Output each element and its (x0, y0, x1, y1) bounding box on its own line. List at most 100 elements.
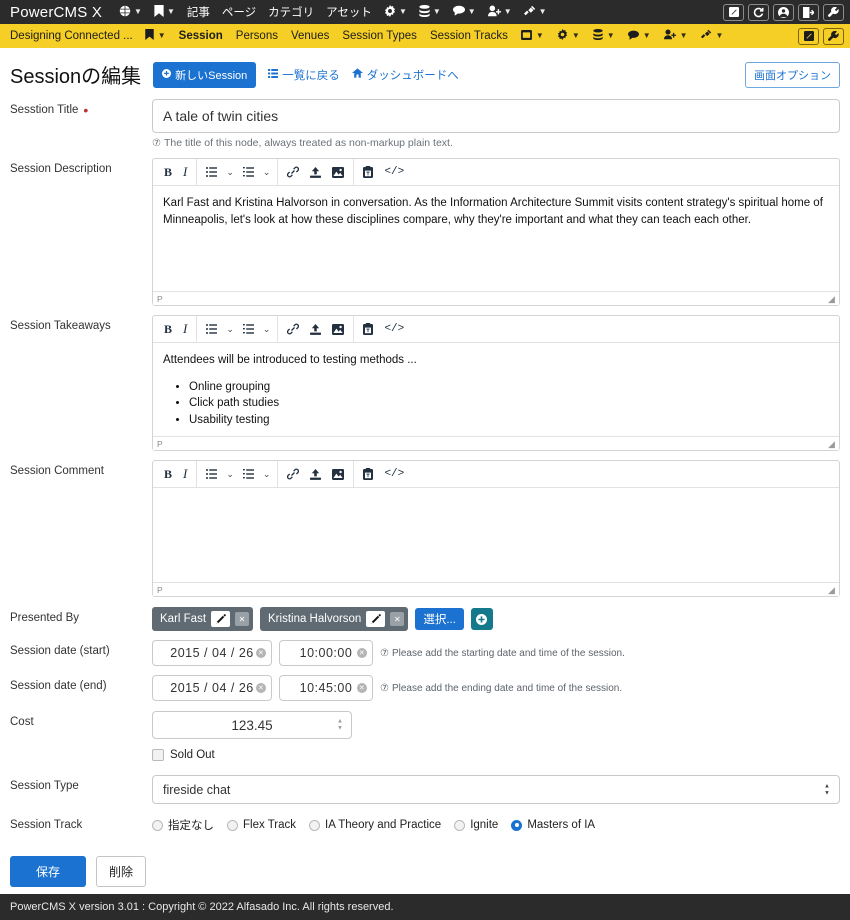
delete-button[interactable]: 削除 (96, 856, 147, 887)
site-menu-plugins[interactable]: ▼ (695, 27, 730, 45)
resize-handle[interactable]: ◢ (828, 440, 837, 449)
site-bookmark-menu[interactable]: ▼ (139, 27, 172, 45)
ordered-list-icon[interactable] (240, 322, 257, 336)
image-icon[interactable] (329, 165, 347, 180)
radio-dot-selected[interactable] (511, 819, 523, 831)
top-nav-data[interactable]: ▼ (414, 3, 446, 22)
paste-icon[interactable] (360, 321, 376, 337)
radio-dot[interactable] (152, 819, 163, 831)
radio-option-masters-of-ia[interactable]: Masters of IA (511, 819, 595, 831)
radio-dot[interactable] (454, 819, 466, 831)
unordered-list-icon[interactable] (203, 322, 220, 336)
end-date-input[interactable]: 2015 / 04 / 26 ✕ (152, 675, 272, 701)
clear-time-icon[interactable]: ✕ (357, 648, 367, 658)
bold-button[interactable]: B (161, 163, 175, 182)
link-icon[interactable] (284, 164, 302, 180)
edit-pencil-icon-button[interactable] (366, 611, 386, 627)
stepper-down-icon[interactable]: ▼ (337, 726, 343, 732)
italic-button[interactable]: I (180, 319, 190, 339)
chevron-down-icon[interactable]: ⌄ (225, 469, 235, 480)
wrench-icon-button[interactable] (823, 3, 844, 21)
editor-content-comment[interactable] (153, 488, 839, 582)
chevron-down-icon[interactable]: ⌄ (262, 167, 272, 178)
back-to-list-link[interactable]: 一覧に戻る (268, 67, 340, 83)
upload-icon[interactable] (307, 165, 324, 180)
chevron-down-icon[interactable]: ⌄ (262, 324, 272, 335)
start-time-input[interactable]: 10:00:00 ✕ (279, 640, 373, 666)
refresh-icon-button[interactable] (748, 3, 769, 21)
radio-option-ia-theory-and-practice[interactable]: IA Theory and Practice (309, 819, 441, 831)
start-date-input[interactable]: 2015 / 04 / 26 ✕ (152, 640, 272, 666)
clear-date-icon[interactable]: ✕ (256, 683, 266, 693)
chevron-down-icon[interactable]: ⌄ (225, 324, 235, 335)
sold-out-checkbox-row[interactable]: Sold Out (152, 749, 840, 761)
source-code-icon[interactable]: </> (381, 466, 407, 482)
link-icon[interactable] (284, 466, 302, 482)
unordered-list-icon[interactable] (203, 165, 220, 179)
edit-square-icon-button[interactable] (723, 3, 744, 21)
top-nav-sites[interactable]: ▼ (114, 3, 147, 22)
top-nav-articles[interactable]: 記事 (182, 2, 215, 22)
session-type-select[interactable]: fireside chat ▲ ▼ (152, 775, 840, 804)
upload-icon[interactable] (307, 322, 324, 337)
edit-square-icon-button[interactable] (798, 27, 819, 45)
cost-input[interactable]: 123.45 ▲ ▼ (152, 711, 352, 739)
select-person-button[interactable]: 選択... (415, 608, 464, 630)
top-nav-pages[interactable]: ページ (217, 2, 261, 22)
radio-dot[interactable] (227, 819, 238, 831)
clear-time-icon[interactable]: ✕ (357, 683, 367, 693)
top-nav-assets[interactable]: アセット (321, 2, 377, 22)
editor-content-takeaways[interactable]: Attendees will be introduced to testing … (153, 343, 839, 436)
site-menu-comments[interactable]: ▼ (622, 28, 657, 45)
session-title-input[interactable] (152, 99, 840, 133)
site-menu-settings[interactable]: ▼ (551, 27, 586, 45)
top-nav-categories[interactable]: カテゴリ (263, 2, 319, 22)
unordered-list-icon[interactable] (203, 467, 220, 481)
site-nav-item-session[interactable]: Session (173, 28, 229, 44)
chevron-down-icon[interactable]: ⌄ (262, 469, 272, 480)
link-icon[interactable] (284, 321, 302, 337)
image-icon[interactable] (329, 322, 347, 337)
radio-option-flex-track[interactable]: Flex Track (227, 819, 296, 831)
bold-button[interactable]: B (161, 320, 175, 339)
top-nav-plugins[interactable]: ▼ (519, 3, 552, 22)
source-code-icon[interactable]: </> (381, 164, 407, 180)
top-nav-comments[interactable]: ▼ (448, 3, 481, 21)
upload-icon[interactable] (307, 467, 324, 482)
screen-options-button[interactable]: 画面オプション (745, 61, 840, 88)
site-nav-item-session-tracks[interactable]: Session Tracks (424, 28, 514, 44)
site-name[interactable]: Designing Connected ... (6, 30, 139, 42)
resize-handle[interactable]: ◢ (828, 586, 837, 595)
remove-tag-button[interactable]: ✕ (390, 612, 405, 626)
radio-option-ignite[interactable]: Ignite (454, 819, 498, 831)
italic-button[interactable]: I (180, 464, 190, 484)
site-nav-item-venues[interactable]: Venues (285, 28, 335, 44)
ordered-list-icon[interactable] (240, 165, 257, 179)
logout-icon-button[interactable] (798, 3, 819, 21)
top-nav-bookmarks[interactable]: ▼ (149, 3, 180, 22)
radio-option-none[interactable]: 指定なし (152, 817, 214, 833)
site-nav-item-persons[interactable]: Persons (230, 28, 284, 44)
user-circle-icon-button[interactable] (773, 3, 794, 21)
site-nav-item-session-types[interactable]: Session Types (336, 28, 423, 44)
save-button[interactable]: 保存 (10, 856, 87, 887)
chevron-down-icon[interactable]: ⌄ (225, 167, 235, 178)
image-icon[interactable] (329, 467, 347, 482)
add-person-button[interactable] (470, 608, 493, 630)
site-menu-windows[interactable]: ▼ (515, 28, 550, 45)
edit-pencil-icon-button[interactable] (211, 611, 231, 627)
top-nav-users[interactable]: ▼ (483, 3, 517, 22)
remove-tag-button[interactable]: ✕ (235, 612, 250, 626)
radio-dot[interactable] (309, 819, 321, 831)
site-menu-users[interactable]: ▼ (658, 27, 694, 45)
top-nav-settings[interactable]: ▼ (379, 3, 412, 22)
number-stepper-icon[interactable]: ▲ ▼ (337, 719, 343, 732)
bold-button[interactable]: B (161, 465, 175, 484)
stepper-up-icon[interactable]: ▲ (337, 719, 343, 725)
end-time-input[interactable]: 10:45:00 ✕ (279, 675, 373, 701)
new-session-button[interactable]: 新しいSession (153, 61, 257, 88)
resize-handle[interactable]: ◢ (828, 295, 837, 304)
dashboard-link[interactable]: ダッシュボードへ (351, 67, 459, 83)
paste-icon[interactable] (360, 164, 376, 180)
wrench-icon-button[interactable] (823, 27, 844, 45)
